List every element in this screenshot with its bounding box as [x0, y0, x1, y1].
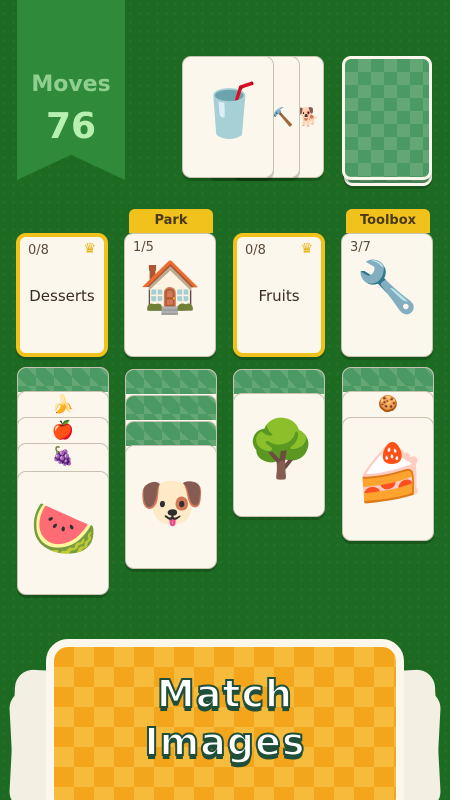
- birdhouse-icon: 🏠: [139, 258, 202, 316]
- category-slot-toolbox[interactable]: 3/7 🔧: [341, 233, 433, 357]
- category-count: 0/8: [28, 243, 49, 258]
- wrench-icon: 🔧: [356, 258, 419, 316]
- column-1-top-card[interactable]: 🍉: [17, 471, 109, 595]
- category-name: Fruits: [258, 287, 300, 305]
- tree-icon: 🌳: [246, 417, 316, 482]
- column-3-top-card[interactable]: 🌳: [233, 393, 325, 517]
- milkshake-icon: 🥤: [197, 81, 262, 141]
- watermelon-icon: 🍉: [30, 497, 98, 560]
- category-count: 3/7: [350, 240, 371, 255]
- promo-title-line2: Images: [144, 719, 306, 765]
- category-tab-park: Park: [129, 209, 213, 233]
- puppy-icon: 🐶: [138, 471, 206, 534]
- category-slot-desserts[interactable]: 0/8 ♛ Desserts: [16, 233, 108, 357]
- moves-counter: 76: [45, 106, 97, 147]
- promo-title-line1: Match: [156, 671, 294, 717]
- crown-icon: ♛: [300, 241, 313, 257]
- category-count: 0/8: [245, 243, 266, 258]
- apple-icon: 🍎: [51, 420, 75, 441]
- crown-icon: ♛: [83, 241, 96, 257]
- chocolate-cake-icon: 🍰: [355, 441, 425, 506]
- draw-pile[interactable]: [342, 56, 432, 180]
- column-4-top-card[interactable]: 🍰: [342, 417, 434, 541]
- waste-card-top[interactable]: 🥤: [182, 56, 274, 178]
- banana-icon: 🍌: [51, 394, 75, 415]
- moves-label: Moves: [31, 72, 111, 97]
- column-2-top-card[interactable]: 🐶: [125, 445, 217, 569]
- cookie-icon: 🍪: [378, 394, 398, 413]
- dog-icon: 🐕: [297, 107, 320, 128]
- category-tab-toolbox: Toolbox: [346, 209, 430, 233]
- hammer-icon: 🔨: [271, 107, 294, 128]
- grapes-icon: 🍇: [51, 446, 75, 467]
- category-slot-fruits[interactable]: 0/8 ♛ Fruits: [233, 233, 325, 357]
- category-slot-park[interactable]: 1/5 🏠: [124, 233, 216, 357]
- category-count: 1/5: [133, 240, 154, 255]
- category-name: Desserts: [29, 287, 95, 305]
